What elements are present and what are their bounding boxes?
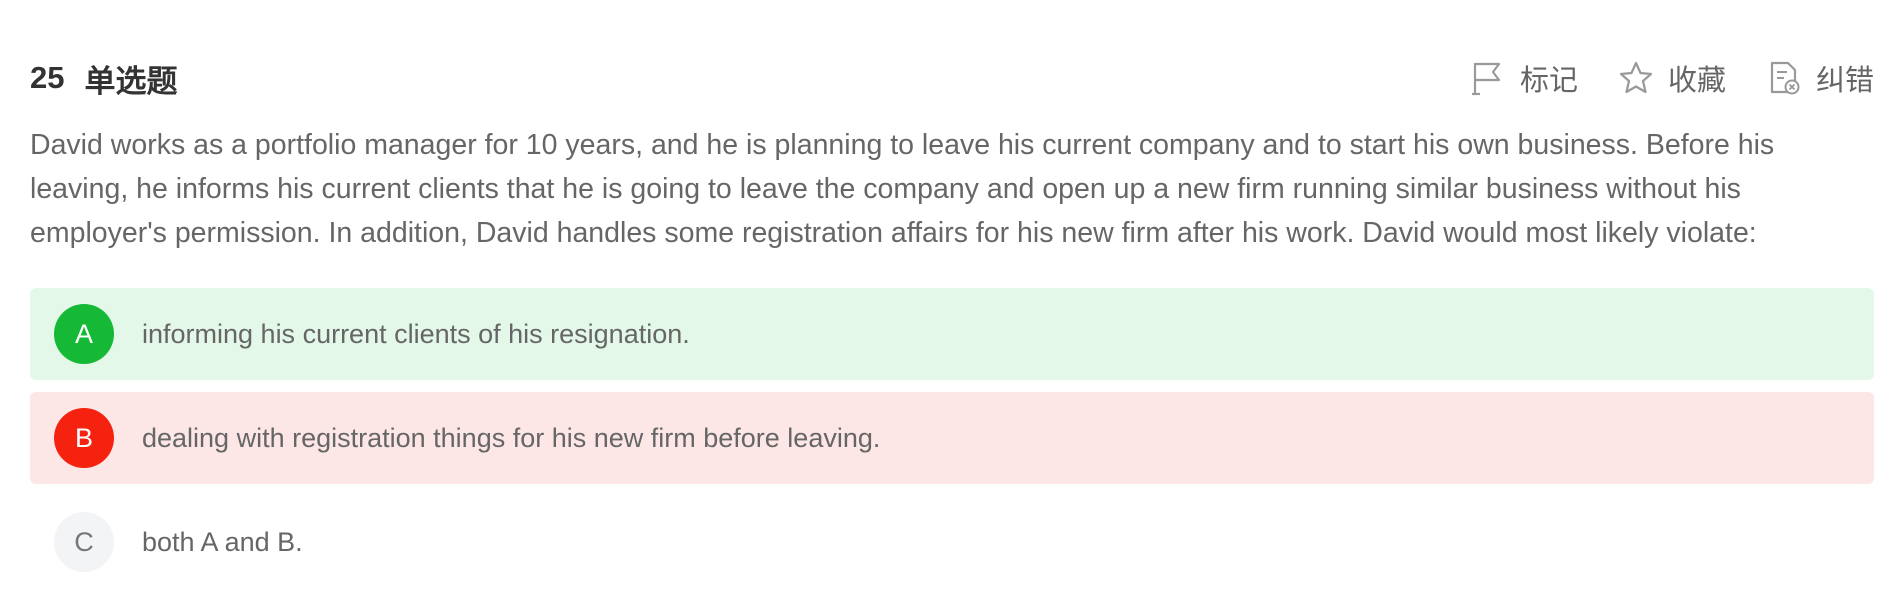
question-number: 25 [30,60,65,95]
option-a-text: informing his current clients of his res… [142,318,690,349]
option-a[interactable]: A informing his current clients of his r… [30,288,1874,380]
favorite-button[interactable]: 收藏 [1618,57,1726,99]
question-actions: 标记 收藏 纠错 [1430,57,1874,99]
option-c-badge: C [54,512,114,572]
option-b[interactable]: B dealing with registration things for h… [30,392,1874,484]
option-b-text: dealing with registration things for his… [142,422,881,453]
answer-options: A informing his current clients of his r… [30,288,1874,600]
option-c[interactable]: C both A and B. [30,496,1874,588]
question-header: 25 单选题 标记 收藏 纠错 [30,50,1874,106]
report-error-label: 纠错 [1815,63,1874,97]
question-title: 25 单选题 [30,56,177,101]
option-a-badge: A [54,304,114,364]
option-c-text: both A and B. [142,526,303,557]
question-type: 单选题 [84,63,178,100]
flag-icon [1470,60,1506,96]
report-error-icon [1766,60,1802,96]
option-b-badge: B [54,408,114,468]
mark-button[interactable]: 标记 [1470,57,1578,99]
star-icon [1618,60,1654,96]
favorite-label: 收藏 [1667,63,1726,97]
report-error-button[interactable]: 纠错 [1766,57,1874,99]
question-stem: David works as a portfolio manager for 1… [30,129,1775,249]
mark-label: 标记 [1519,63,1578,97]
